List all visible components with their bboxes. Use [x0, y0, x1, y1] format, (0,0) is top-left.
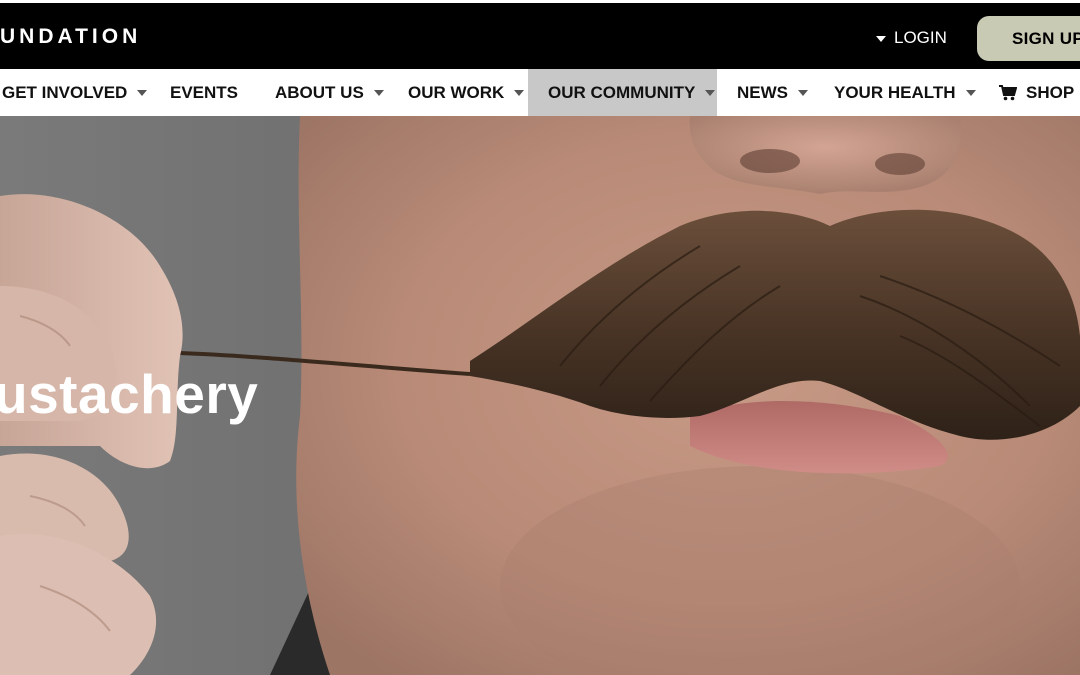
nav-item-events[interactable]: EVENTS: [170, 69, 238, 116]
chevron-down-icon: [137, 89, 148, 96]
nav-item-label: SHOP: [1026, 82, 1075, 102]
chevron-down-icon: [514, 89, 525, 96]
chevron-down-icon: [373, 89, 384, 96]
nav-item-shop[interactable]: SHOP: [999, 69, 1080, 116]
caret-down-icon: [876, 35, 886, 42]
nav-item-label: EVENTS: [170, 82, 239, 102]
login-label: LOGIN: [894, 28, 947, 47]
top-bar: UNDATION LOGIN SIGN UP: [0, 3, 1080, 69]
chevron-down-icon: [798, 89, 808, 96]
cart-icon: [999, 84, 1017, 100]
nav-item-label: OUR COMMUNITY: [548, 82, 696, 102]
chevron-down-icon: [965, 89, 976, 96]
chevron-down-icon: [705, 89, 716, 96]
nav-item-news[interactable]: NEWS: [737, 69, 808, 116]
nav-item-label: ABOUT US: [275, 82, 364, 102]
nav-item-label: GET INVOLVED: [2, 82, 128, 102]
nav-item-label: YOUR HEALTH: [834, 82, 956, 102]
signup-button[interactable]: SIGN UP: [977, 16, 1080, 61]
login-link[interactable]: LOGIN: [876, 27, 947, 49]
site-logo[interactable]: UNDATION: [0, 25, 141, 49]
nav-item-about-us[interactable]: ABOUT US: [275, 69, 384, 116]
hero-title: ustachery: [0, 363, 259, 425]
nav-item-your-health[interactable]: YOUR HEALTH: [834, 69, 976, 116]
nav-item-label: NEWS: [737, 82, 788, 102]
nav-item-our-community[interactable]: OUR COMMUNITY: [528, 69, 717, 116]
hero-banner: ustachery: [0, 116, 1080, 675]
nav-item-get-involved[interactable]: GET INVOLVED: [2, 69, 148, 116]
nav-item-our-work[interactable]: OUR WORK: [408, 69, 525, 116]
main-nav: GET INVOLVED EVENTS ABOUT US OUR WORK OU…: [0, 69, 1080, 116]
nav-item-label: OUR WORK: [408, 82, 505, 102]
